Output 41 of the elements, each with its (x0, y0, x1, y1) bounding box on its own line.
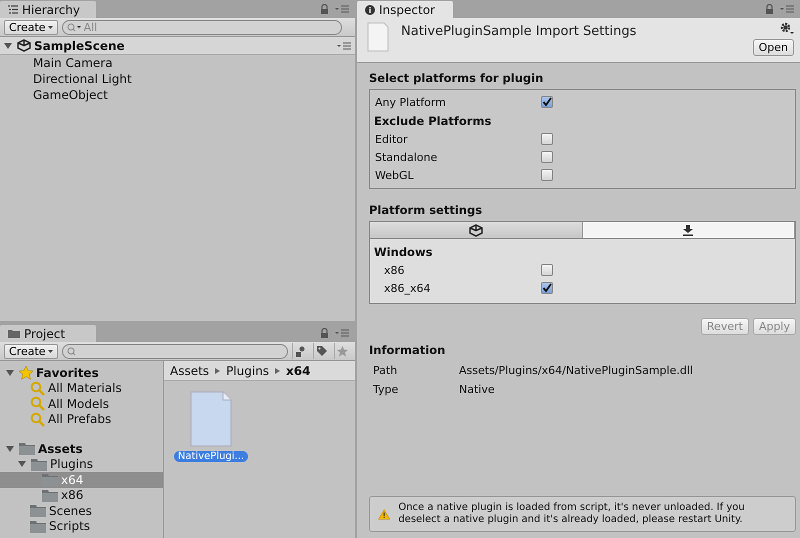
scene-row[interactable]: SampleScene (0, 37, 355, 55)
section-heading: Select platforms for plugin (369, 71, 544, 85)
file-name[interactable]: NativePlugi... (174, 451, 248, 462)
open-button[interactable]: Open (752, 39, 794, 56)
hierarchy-tab[interactable]: Hierarchy (0, 1, 96, 18)
breadcrumb-item[interactable]: Plugins (226, 364, 270, 378)
warning-text: Once a native plugin is loaded from script, it's never unloaded. If you deselect a native plugin and it's already loaded, please restart Unity. (398, 502, 746, 526)
favorite-item[interactable]: All Prefabs (48, 412, 112, 426)
info-label: Path (373, 364, 398, 377)
checkbox-label: x86 (384, 264, 406, 276)
folder-item[interactable]: x86 (61, 488, 84, 502)
folder-item[interactable]: Scripts (49, 519, 90, 534)
checkbox-label: x86_x64 (384, 282, 432, 294)
create-button[interactable]: Create (4, 20, 58, 34)
breadcrumb-item[interactable]: x64 (286, 364, 310, 378)
search-field[interactable]: All (62, 20, 342, 34)
checkbox-label: Any Platform (375, 96, 447, 108)
folder-item[interactable]: Scenes (49, 504, 92, 518)
info-value: Assets/Plugins/x64/NativePluginSample.dll (459, 364, 693, 377)
checkbox-label: Standalone (375, 150, 438, 164)
section-heading: Information (369, 343, 446, 357)
hierarchy-item[interactable]: Directional Light (0, 71, 355, 87)
create-button[interactable]: Create (4, 344, 58, 358)
checkbox-label: WebGL (375, 168, 415, 182)
project-tab[interactable]: Project (0, 325, 96, 342)
group-heading: Exclude Platforms (374, 114, 492, 128)
folder-item[interactable]: Assets (38, 442, 83, 456)
group-heading: Windows (374, 245, 434, 259)
hierarchy-item[interactable]: Main Camera (0, 55, 355, 71)
info-label: Type (373, 383, 400, 396)
folder-item[interactable]: Plugins (50, 457, 93, 472)
tree-label[interactable]: Favorites (36, 366, 99, 380)
inspector-title: NativePluginSample Import Settings (401, 23, 636, 39)
breadcrumb-item[interactable]: Assets (170, 364, 210, 378)
checkbox-label: Editor (375, 132, 409, 146)
hierarchy-item[interactable]: GameObject (0, 87, 355, 103)
favorite-item[interactable]: All Models (48, 396, 109, 411)
inspector-tab[interactable]: Inspector (357, 1, 453, 18)
info-value: Native (459, 383, 495, 396)
favorite-item[interactable]: All Materials (48, 381, 122, 396)
section-heading: Platform settings (369, 203, 484, 217)
